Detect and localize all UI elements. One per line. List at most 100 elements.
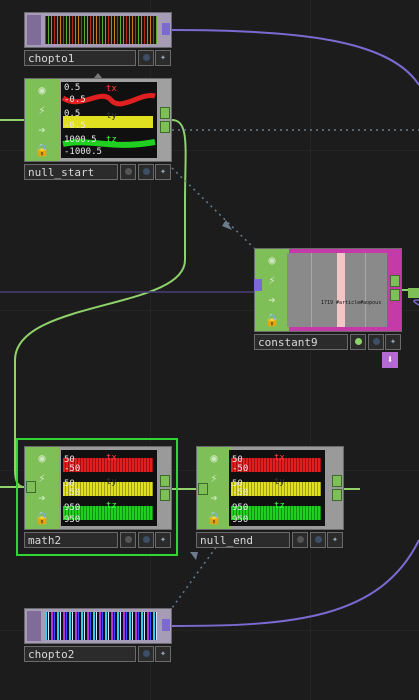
- math2-output-port-2[interactable]: [160, 489, 170, 501]
- null-start-channel-tz: tz: [106, 135, 117, 145]
- math2-viewer-toggle[interactable]: [138, 532, 154, 548]
- null-end-channel-tz: tz: [274, 501, 285, 511]
- null-end-tile[interactable]: ◉ ⚡ ➔ 🔒 50 -50 tx 50 -50 ty 950 tz 950: [196, 446, 344, 530]
- math2-tile[interactable]: ◉ ⚡ ➔ 🔒 50 -50 tx 50 -50 ty 950 tz 950: [24, 446, 172, 530]
- viewer-icon[interactable]: ◉: [27, 80, 57, 100]
- cook-icon[interactable]: ➔: [257, 290, 287, 310]
- null-start-value-2: -0.5: [64, 95, 86, 105]
- dat-wire-right: [413, 299, 419, 306]
- cook-icon[interactable]: ➔: [27, 120, 57, 140]
- constant9-grid-line: [311, 253, 312, 327]
- math2-value-5: 950: [64, 503, 81, 513]
- null-end-value-4: -50: [232, 488, 249, 498]
- null-end-value-5: 950: [232, 503, 249, 513]
- constant9-input-port[interactable]: [254, 279, 262, 291]
- constant9-viewer-toggle[interactable]: [368, 334, 384, 350]
- math2-viewer: 50 -50 tx 50 -50 ty 950 tz 950: [61, 450, 157, 526]
- reference-arrow-1: [222, 220, 232, 230]
- chopto1-side-handle[interactable]: [27, 15, 41, 45]
- null-start-move-icon[interactable]: ✦: [155, 164, 171, 180]
- chopto2-tile[interactable]: [24, 608, 172, 644]
- null-start-value-3: 0.5: [64, 109, 81, 119]
- null-end-output-port[interactable]: [332, 475, 342, 487]
- null-end-move-icon[interactable]: ✦: [327, 532, 343, 548]
- null-end-value-6: 950: [232, 515, 249, 525]
- null-start-output-port[interactable]: [160, 107, 170, 119]
- null-start-value-1: 0.5: [64, 83, 81, 93]
- math2-channel-tx: tx: [106, 453, 117, 463]
- chopto2-output-port[interactable]: [162, 619, 170, 631]
- constant9-preview-text: 1719 #article#aopous: [321, 300, 382, 306]
- constant9-tile[interactable]: ◉ ⚡ ➔ 🔒 1719 #article#aopous: [254, 248, 402, 332]
- node-chopto2[interactable]: chopto2 ✦: [24, 608, 172, 664]
- bypass-icon[interactable]: ⚡: [27, 100, 57, 120]
- constant9-output-port[interactable]: [390, 275, 400, 287]
- viewer-icon[interactable]: ◉: [257, 250, 287, 270]
- math2-display-toggle[interactable]: [120, 532, 136, 548]
- constant9-move-icon[interactable]: ✦: [385, 334, 401, 350]
- chopto1-move-icon[interactable]: ✦: [155, 50, 171, 66]
- math2-value-4: -50: [64, 488, 81, 498]
- null-start-display-toggle[interactable]: [120, 164, 136, 180]
- null-start-output-port-2[interactable]: [160, 121, 170, 133]
- null-start-input-arrow: [94, 73, 102, 78]
- lock-icon[interactable]: 🔒: [27, 140, 57, 160]
- chopto2-side-handle[interactable]: [27, 611, 41, 641]
- null-start-viewer: 0.5 -0.5 tx 0.5 -0.5 ty 1000.5 tz -1000.…: [61, 82, 157, 158]
- null-start-name-label[interactable]: null_start: [24, 164, 118, 180]
- null-end-viewer-toggle[interactable]: [310, 532, 326, 548]
- constant9-output-port-2[interactable]: [390, 289, 400, 301]
- null-start-viewer-toggle[interactable]: [138, 164, 154, 180]
- chopto2-viewer-toggle[interactable]: [138, 646, 154, 662]
- null-start-channel-tx: tx: [106, 84, 117, 94]
- chopto2-move-icon[interactable]: ✦: [155, 646, 171, 662]
- math2-input-port[interactable]: [26, 481, 36, 493]
- constant9-viewer: 1719 #article#aopous: [287, 253, 387, 327]
- math2-channel-tz: tz: [106, 501, 117, 511]
- math2-move-icon[interactable]: ✦: [155, 532, 171, 548]
- null-end-channel-tx: tx: [274, 453, 285, 463]
- dat-wire-bottom: [171, 539, 419, 627]
- viewer-icon[interactable]: ◉: [27, 448, 57, 468]
- null-start-value-6: -1000.5: [64, 147, 102, 157]
- offscreen-port-right[interactable]: [408, 288, 419, 298]
- lock-icon[interactable]: 🔒: [199, 508, 229, 528]
- dat-wire-top: [171, 29, 419, 86]
- null-end-display-toggle[interactable]: [292, 532, 308, 548]
- node-math2[interactable]: ◉ ⚡ ➔ 🔒 50 -50 tx 50 -50 ty 950 tz 950 m…: [16, 438, 178, 556]
- chopto1-viewer: [45, 16, 157, 44]
- constant9-name-label[interactable]: constant9: [254, 334, 348, 350]
- chopto1-viewer-toggle[interactable]: [138, 50, 154, 66]
- node-chopto1[interactable]: chopto1 ✦: [24, 12, 172, 68]
- reference-arrow-3: [190, 552, 198, 560]
- null-start-tile[interactable]: ◉ ⚡ ➔ 🔒 0.5 -0.5 tx 0.5 -0.5 ty 1000.5 t…: [24, 78, 172, 162]
- math2-output-port[interactable]: [160, 475, 170, 487]
- constant9-display-toggle[interactable]: [350, 334, 366, 350]
- constant9-expand-icon[interactable]: ⬇: [382, 352, 398, 368]
- null-end-channel-ty: ty: [274, 477, 285, 487]
- null-end-name-label[interactable]: null_end: [196, 532, 290, 548]
- node-null-start[interactable]: ◉ ⚡ ➔ 🔒 0.5 -0.5 tx 0.5 -0.5 ty 1000.5 t…: [24, 73, 172, 180]
- node-null-end[interactable]: ◉ ⚡ ➔ 🔒 50 -50 tx 50 -50 ty 950 tz 950 n…: [196, 446, 344, 550]
- null-end-viewer: 50 -50 tx 50 -50 ty 950 tz 950: [229, 450, 325, 526]
- chopto2-viewer: [45, 612, 157, 640]
- chopto2-name-label[interactable]: chopto2: [24, 646, 136, 662]
- math2-name-label[interactable]: math2: [24, 532, 118, 548]
- constant9-highlight-column: [337, 253, 345, 327]
- null-end-value-2: -50: [232, 464, 249, 474]
- lock-icon[interactable]: 🔒: [257, 310, 287, 330]
- chopto1-name-label[interactable]: chopto1: [24, 50, 136, 66]
- constant9-grid-line: [365, 253, 366, 327]
- math2-value-2: -50: [64, 464, 81, 474]
- math2-channel-ty: ty: [106, 477, 117, 487]
- viewer-icon[interactable]: ◉: [199, 448, 229, 468]
- node-constant9[interactable]: ◉ ⚡ ➔ 🔒 1719 #article#aopous constant9 ✦…: [254, 248, 402, 370]
- chopto1-output-port[interactable]: [162, 23, 170, 35]
- null-end-output-port-2[interactable]: [332, 489, 342, 501]
- null-start-value-4: -0.5: [64, 121, 86, 131]
- null-end-input-port[interactable]: [198, 483, 208, 495]
- lock-icon[interactable]: 🔒: [27, 508, 57, 528]
- null-start-channel-ty: ty: [106, 111, 117, 121]
- chopto1-tile[interactable]: [24, 12, 172, 48]
- null-start-value-5: 1000.5: [64, 135, 97, 145]
